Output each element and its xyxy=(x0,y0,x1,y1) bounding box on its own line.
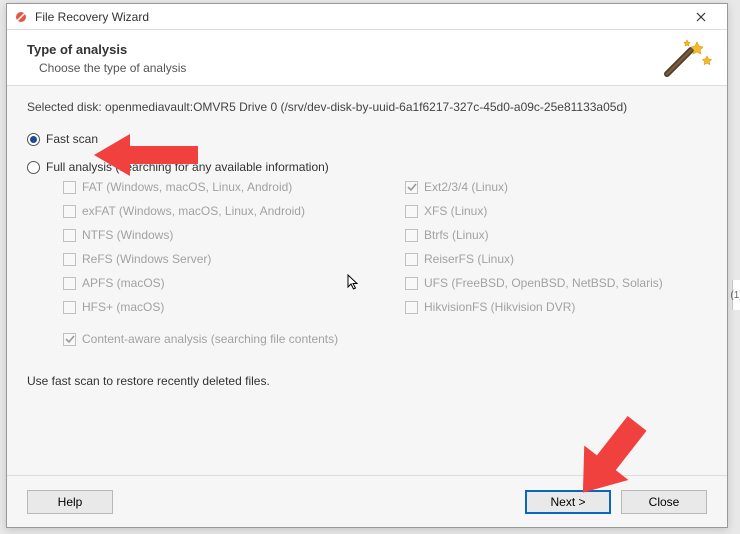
checkbox-label: Ext2/3/4 (Linux) xyxy=(424,180,508,194)
checkbox-fat[interactable]: FAT (Windows, macOS, Linux, Android) xyxy=(63,180,365,194)
checkbox-icon xyxy=(63,229,76,242)
checkbox-label: Btrfs (Linux) xyxy=(424,228,489,242)
checkbox-exfat[interactable]: exFAT (Windows, macOS, Linux, Android) xyxy=(63,204,365,218)
checkbox-label: HFS+ (macOS) xyxy=(82,300,164,314)
checkbox-icon xyxy=(63,277,76,290)
titlebar: File Recovery Wizard xyxy=(7,4,727,30)
radio-icon xyxy=(27,161,40,174)
checkbox-icon xyxy=(405,253,418,266)
wizard-footer: Help Next > Close xyxy=(7,475,727,527)
radio-fast-scan[interactable]: Fast scan xyxy=(27,132,707,146)
wizard-wand-icon xyxy=(657,38,713,78)
checkbox-label: XFS (Linux) xyxy=(424,204,487,218)
checkbox-ntfs[interactable]: NTFS (Windows) xyxy=(63,228,365,242)
window-close-button[interactable] xyxy=(681,5,721,29)
checkbox-ext[interactable]: Ext2/3/4 (Linux) xyxy=(405,180,707,194)
checkbox-label: NTFS (Windows) xyxy=(82,228,173,242)
wizard-content: Selected disk: openmediavault:OMVR5 Driv… xyxy=(7,86,727,475)
checkbox-icon xyxy=(63,205,76,218)
help-button[interactable]: Help xyxy=(27,490,113,514)
checkbox-label: exFAT (Windows, macOS, Linux, Android) xyxy=(82,204,305,218)
checkbox-label: Content-aware analysis (searching file c… xyxy=(82,332,338,346)
filesystem-grid: FAT (Windows, macOS, Linux, Android) Ext… xyxy=(63,180,707,314)
checkbox-icon xyxy=(63,333,76,346)
checkbox-label: FAT (Windows, macOS, Linux, Android) xyxy=(82,180,292,194)
checkbox-icon xyxy=(63,181,76,194)
checkbox-content-aware[interactable]: Content-aware analysis (searching file c… xyxy=(63,332,707,346)
checkbox-icon xyxy=(405,301,418,314)
close-button[interactable]: Close xyxy=(621,490,707,514)
checkbox-icon xyxy=(405,181,418,194)
checkbox-icon xyxy=(405,277,418,290)
checkbox-ufs[interactable]: UFS (FreeBSD, OpenBSD, NetBSD, Solaris) xyxy=(405,276,707,290)
checkbox-icon xyxy=(405,229,418,242)
radio-icon xyxy=(27,133,40,146)
radio-full-analysis-label: Full analysis (searching for any availab… xyxy=(46,160,329,174)
header-heading: Type of analysis xyxy=(27,42,707,57)
radio-fast-scan-label: Fast scan xyxy=(46,132,98,146)
checkbox-hfs[interactable]: HFS+ (macOS) xyxy=(63,300,365,314)
checkbox-icon xyxy=(405,205,418,218)
header-subheading: Choose the type of analysis xyxy=(39,61,707,75)
checkbox-btrfs[interactable]: Btrfs (Linux) xyxy=(405,228,707,242)
radio-full-analysis[interactable]: Full analysis (searching for any availab… xyxy=(27,160,707,174)
background-tab-hint: (1) xyxy=(732,280,740,310)
checkbox-icon xyxy=(63,253,76,266)
checkbox-xfs[interactable]: XFS (Linux) xyxy=(405,204,707,218)
window-title: File Recovery Wizard xyxy=(35,10,681,24)
app-icon xyxy=(13,9,29,25)
wizard-header: Type of analysis Choose the type of anal… xyxy=(7,30,727,86)
checkbox-label: APFS (macOS) xyxy=(82,276,165,290)
selected-disk-text: Selected disk: openmediavault:OMVR5 Driv… xyxy=(27,100,707,114)
checkbox-label: HikvisionFS (Hikvision DVR) xyxy=(424,300,575,314)
checkbox-hikvision[interactable]: HikvisionFS (Hikvision DVR) xyxy=(405,300,707,314)
checkbox-icon xyxy=(63,301,76,314)
checkbox-refs[interactable]: ReFS (Windows Server) xyxy=(63,252,365,266)
dialog-window: File Recovery Wizard Type of analysis Ch… xyxy=(6,3,728,528)
checkbox-apfs[interactable]: APFS (macOS) xyxy=(63,276,365,290)
checkbox-label: ReiserFS (Linux) xyxy=(424,252,514,266)
checkbox-label: UFS (FreeBSD, OpenBSD, NetBSD, Solaris) xyxy=(424,276,663,290)
next-button[interactable]: Next > xyxy=(525,490,611,514)
checkbox-label: ReFS (Windows Server) xyxy=(82,252,211,266)
hint-text: Use fast scan to restore recently delete… xyxy=(27,374,707,388)
checkbox-reiserfs[interactable]: ReiserFS (Linux) xyxy=(405,252,707,266)
